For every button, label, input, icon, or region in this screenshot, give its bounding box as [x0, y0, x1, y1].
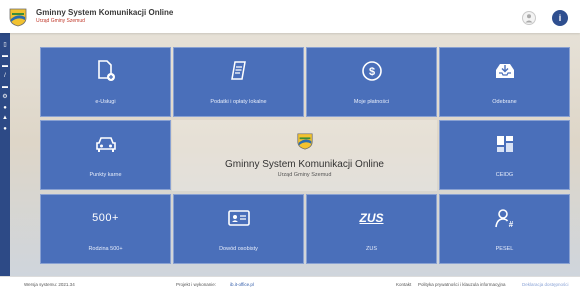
tile-label: Odebrane [492, 99, 517, 105]
accessibility-link[interactable]: Deklaracja dostępności [522, 282, 569, 287]
tile-label: PESEL [495, 246, 514, 252]
footer: Wersja systemu: 2021.34 Projekt i wykona… [0, 276, 580, 291]
tile-pesel[interactable]: # PESEL [439, 194, 570, 264]
sidebar-card-icon[interactable]: ▬ [2, 84, 8, 90]
sidebar-car-icon[interactable]: ▬ [2, 63, 8, 69]
info-icon: i [558, 13, 562, 23]
sidebar-pin-icon[interactable]: ● [2, 105, 8, 111]
sidebar-info-icon[interactable]: ● [2, 126, 8, 132]
center-banner: Gminny System Komunikacji Online Urząd G… [172, 120, 437, 191]
building-blocks-icon [440, 133, 569, 155]
id-card-icon [174, 207, 303, 229]
sidebar-edit-icon[interactable]: / [2, 73, 8, 79]
tile-label: ZUS [366, 246, 377, 252]
pesel-person-icon: # [440, 207, 569, 229]
provider-link[interactable]: ib.it-office.pl [230, 282, 254, 287]
tile-label: Podatki i opłaty lokalne [210, 99, 267, 105]
tile-e-uslugi[interactable]: e-Usługi [40, 47, 171, 117]
receipt-icon [174, 60, 303, 82]
sidebar-document-icon[interactable]: ▯ [2, 42, 8, 48]
coat-of-arms-logo-icon[interactable] [8, 7, 28, 27]
user-silhouette-icon [525, 14, 533, 23]
tile-label: Rodzina 500+ [88, 246, 123, 252]
tile-rodzina-500[interactable]: 500+ Rodzina 500+ [40, 194, 171, 264]
tile-punkty-karne[interactable]: Punkty karne [40, 120, 171, 190]
car-icon [41, 133, 170, 155]
center-subtitle: Urząd Gminy Szemud [277, 172, 332, 178]
tile-label: Moje płatności [353, 99, 390, 105]
contact-link[interactable]: Kontakt [396, 282, 411, 287]
sidebar-person-icon[interactable]: ▲ [2, 115, 8, 121]
sidebar: ▯ ▬ ▬ / ▬ ⚙ ● ▲ ● [0, 33, 10, 276]
tile-label: CEIDG [495, 172, 514, 178]
tile-label: e-Usługi [95, 99, 116, 105]
tile-moje-platnosci[interactable]: $ Moje płatności [306, 47, 437, 117]
svg-text:$: $ [368, 66, 374, 78]
version-text: Wersja systemu: 2021.34 [24, 282, 75, 287]
top-bar: Gminny System Komunikacji Online Urząd G… [0, 0, 580, 33]
center-title: Gminny System Komunikacji Online [225, 159, 384, 170]
family-500-icon: 500+ [92, 212, 119, 224]
tile-label: Dowód osobisty [219, 246, 258, 252]
tile-podatki[interactable]: Podatki i opłaty lokalne [173, 47, 304, 117]
tile-zus[interactable]: ZUS ZUS [306, 194, 437, 264]
inbox-icon [440, 60, 569, 82]
zus-logo-icon: ZUS [359, 211, 384, 225]
document-add-icon [41, 60, 170, 82]
user-icon[interactable] [522, 11, 536, 25]
app-title: Gminny System Komunikacji Online [36, 8, 174, 17]
coat-of-arms-icon [297, 133, 313, 150]
tile-dowod-osobisty[interactable]: Dowód osobisty [173, 194, 304, 264]
sidebar-gear-icon[interactable]: ⚙ [2, 94, 8, 100]
dollar-coin-icon: $ [307, 60, 436, 82]
sidebar-printer-icon[interactable]: ▬ [2, 53, 8, 59]
tile-ceidg[interactable]: CEIDG [439, 120, 570, 190]
tile-label: Punkty karne [89, 172, 122, 178]
info-button[interactable]: i [552, 10, 568, 26]
privacy-link[interactable]: Polityka prywatności i klauzula informac… [418, 282, 506, 287]
tile-odebrane[interactable]: Odebrane [439, 47, 570, 117]
svg-text:#: # [508, 220, 513, 229]
app-subtitle: Urząd Gminy Szemud [36, 18, 85, 24]
provider-label: Projekt i wykonanie: [176, 282, 217, 287]
